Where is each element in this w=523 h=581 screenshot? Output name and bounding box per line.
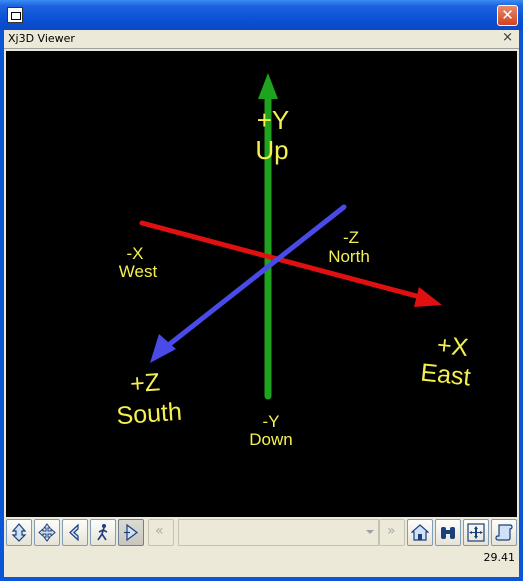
walk-icon (97, 524, 108, 541)
zoom-button[interactable] (435, 519, 461, 546)
label-east: East (419, 358, 472, 391)
tilt-button[interactable] (62, 519, 88, 546)
viewer-panel-header: Xj3D Viewer × (4, 30, 519, 49)
status-bar: 29.41 (4, 549, 519, 577)
label-south: South (116, 398, 183, 430)
y-axis-arrowhead (258, 73, 278, 99)
label-minus-y: -Y (263, 412, 280, 431)
frame-rate-readout: 29.41 (483, 551, 516, 564)
x-axis (139, 220, 427, 301)
label-plus-y: +Y (257, 105, 290, 135)
label-minus-x: -X (127, 244, 144, 263)
window-titlebar[interactable]: ✕ (0, 0, 523, 30)
previous-viewpoint-button[interactable]: « (148, 519, 174, 546)
pan-button[interactable] (34, 519, 60, 546)
fly-icon (11, 523, 27, 542)
label-west: West (119, 262, 158, 281)
fly-button[interactable] (6, 519, 32, 546)
label-plus-x: +X (436, 331, 470, 362)
viewpoint-select[interactable] (178, 519, 379, 546)
z-axis-arrowhead (150, 334, 176, 363)
walk-button[interactable] (90, 519, 116, 546)
home-icon (411, 524, 429, 541)
chevron-down-icon (366, 530, 374, 534)
window-close-button[interactable]: ✕ (497, 5, 518, 26)
axes-scene: +Y Up -Y Down -X West +X East -Z North +… (116, 73, 472, 449)
examine-button[interactable] (118, 519, 144, 546)
chevron-right-icon: » (387, 523, 396, 539)
binoculars-icon (441, 527, 455, 539)
examine-icon (124, 523, 138, 542)
tilt-icon (69, 523, 79, 542)
window-client-area: Xj3D Viewer × +Y Up -Y Down -X West +X E… (4, 30, 519, 577)
scroll-icon (495, 524, 513, 541)
label-down: Down (249, 430, 292, 449)
label-up: Up (255, 135, 288, 165)
fit-view-button[interactable] (463, 519, 489, 546)
console-button[interactable] (491, 519, 517, 546)
home-button[interactable] (407, 519, 433, 546)
pan-icon (38, 523, 56, 542)
label-north: North (328, 247, 370, 266)
application-window: ✕ Xj3D Viewer × +Y Up -Y Down -X West +X… (0, 0, 523, 581)
viewer-title: Xj3D Viewer (8, 32, 75, 45)
z-axis (163, 204, 347, 350)
fit-view-icon (467, 523, 485, 542)
label-plus-z: +Z (129, 368, 161, 398)
app-icon (7, 7, 23, 23)
x-axis-arrowhead (414, 287, 442, 307)
label-minus-z: -Z (343, 228, 359, 247)
viewer-close-icon[interactable]: × (502, 30, 513, 45)
3d-viewport[interactable]: +Y Up -Y Down -X West +X East -Z North +… (6, 51, 517, 518)
next-viewpoint-button[interactable]: » (379, 519, 405, 546)
navigation-toolbar: « » (4, 517, 519, 549)
chevron-left-icon: « (155, 523, 164, 539)
